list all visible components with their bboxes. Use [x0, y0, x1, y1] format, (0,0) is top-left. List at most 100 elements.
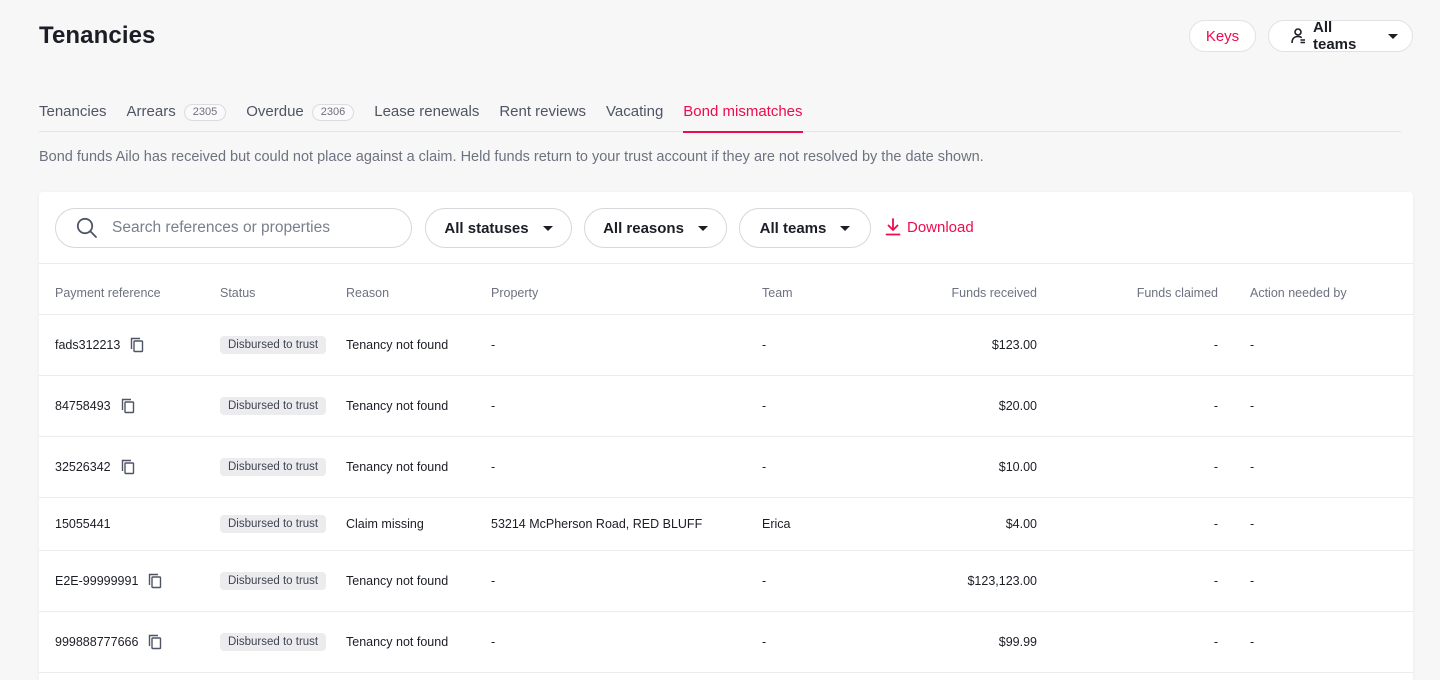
- property-cell: -: [491, 436, 762, 498]
- copy-icon[interactable]: [121, 398, 135, 414]
- status-badge: Disbursed to trust: [220, 632, 327, 651]
- tab-tenancies[interactable]: Tenancies: [39, 100, 107, 132]
- tab-lease-renewals[interactable]: Lease renewals: [374, 100, 479, 132]
- column-header-reason[interactable]: Reason: [346, 264, 491, 315]
- payment-reference-cell: E2E-99999991: [39, 550, 220, 612]
- payment-reference-cell: 999888777666: [39, 611, 220, 673]
- reason-filter-label: All reasons: [603, 219, 684, 237]
- payment-reference: fads312213: [55, 337, 121, 352]
- funds-claimed-cell: -: [1037, 550, 1218, 612]
- action-needed-by-cell: -: [1218, 314, 1413, 376]
- download-label: Download: [907, 218, 974, 236]
- team-user-icon: [1289, 27, 1307, 45]
- status-cell: Disbursed to trust: [220, 550, 346, 612]
- copy-icon[interactable]: [148, 573, 162, 589]
- funds-received-cell: $10.00: [903, 436, 1037, 498]
- search-icon: [76, 217, 98, 239]
- tab-label: Tenancies: [39, 103, 107, 120]
- page: Tenancies Keys All teams Tenancies Arrea…: [0, 0, 1440, 680]
- tab-rent-reviews[interactable]: Rent reviews: [499, 100, 586, 132]
- status-badge: Disbursed to trust: [220, 457, 327, 476]
- funds-claimed-cell: -: [1037, 314, 1218, 376]
- funds-claimed-cell: -: [1037, 611, 1218, 673]
- caret-down-icon: [1388, 33, 1398, 39]
- column-header-team[interactable]: Team: [762, 264, 903, 315]
- funds-received-cell: $4.00: [903, 497, 1037, 551]
- tab-arrears[interactable]: Arrears 2305: [127, 100, 227, 132]
- property-cell: -: [491, 314, 762, 376]
- action-needed-by-cell: -: [1218, 550, 1413, 612]
- page-description: Bond funds Ailo has received but could n…: [39, 149, 984, 165]
- header-actions: Keys All teams: [1189, 19, 1413, 53]
- team-filter-label: All teams: [759, 219, 827, 237]
- tab-label: Vacating: [606, 103, 664, 120]
- property-cell: -: [491, 611, 762, 673]
- funds-received-cell: $20.00: [903, 375, 1037, 437]
- tab-label: Arrears: [126, 103, 176, 120]
- reason-cell: Tenancy not found: [346, 436, 491, 498]
- payment-reference: E2E-99999991: [55, 573, 139, 588]
- team-cell: -: [762, 550, 903, 612]
- status-badge: Disbursed to trust: [220, 514, 327, 533]
- payment-reference-cell: 84758493: [39, 375, 220, 437]
- reason-cell: Claim missing: [346, 497, 491, 551]
- table-header-row: Payment reference Status Reason Property…: [39, 264, 1413, 315]
- table-row[interactable]: 32526342 Disbursed to trust Tenancy not …: [39, 436, 1413, 498]
- column-header-action-needed-by[interactable]: Action needed by: [1218, 264, 1413, 315]
- funds-received-cell: $99.99: [903, 611, 1037, 673]
- status-cell: Disbursed to trust: [220, 611, 346, 673]
- team-filter-dropdown[interactable]: All teams: [739, 208, 871, 248]
- page-title: Tenancies: [39, 22, 156, 49]
- tab-label: Lease renewals: [374, 103, 480, 120]
- keys-button[interactable]: Keys: [1189, 20, 1256, 52]
- funds-claimed-cell: -: [1037, 436, 1218, 498]
- copy-icon[interactable]: [130, 337, 144, 353]
- status-cell: Disbursed to trust: [220, 314, 346, 376]
- status-badge: Disbursed to trust: [220, 396, 327, 415]
- team-selector-button[interactable]: All teams: [1268, 19, 1413, 53]
- team-cell: -: [762, 436, 903, 498]
- table-row[interactable]: 15055441 Disbursed to trust Claim missin…: [39, 497, 1413, 551]
- status-badge: Disbursed to trust: [220, 335, 327, 354]
- action-needed-by-cell: -: [1218, 375, 1413, 437]
- copy-icon[interactable]: [148, 634, 162, 650]
- tab-vacating[interactable]: Vacating: [606, 100, 663, 132]
- column-header-funds-received[interactable]: Funds received: [903, 264, 1037, 315]
- caret-down-icon: [542, 225, 553, 231]
- property-cell: -: [491, 375, 762, 437]
- table-row[interactable]: 84758493 Disbursed to trust Tenancy not …: [39, 375, 1413, 437]
- search-input[interactable]: [112, 219, 392, 237]
- tab-overdue[interactable]: Overdue 2306: [246, 100, 355, 132]
- team-cell: -: [762, 611, 903, 673]
- reason-cell: Tenancy not found: [346, 375, 491, 437]
- funds-claimed-cell: -: [1037, 375, 1218, 437]
- table-row[interactable]: 999888777666 Disbursed to trust Tenancy …: [39, 611, 1413, 673]
- action-needed-by-cell: -: [1218, 611, 1413, 673]
- reason-filter-dropdown[interactable]: All reasons: [584, 208, 727, 248]
- table-row[interactable]: E2E-99999991 Disbursed to trust Tenancy …: [39, 550, 1413, 612]
- tab-label: Overdue: [246, 103, 304, 120]
- payment-reference-cell: 15055441: [39, 497, 220, 551]
- team-cell: -: [762, 375, 903, 437]
- tab-bond-mismatches[interactable]: Bond mismatches: [683, 100, 803, 133]
- caret-down-icon: [840, 225, 851, 231]
- column-header-payment-reference[interactable]: Payment reference: [39, 264, 220, 315]
- column-header-status[interactable]: Status: [220, 264, 346, 315]
- status-badge: Disbursed to trust: [220, 571, 327, 590]
- overdue-count-badge: 2306: [311, 104, 355, 121]
- search-box[interactable]: [55, 208, 412, 248]
- funds-received-cell: $123,123.00: [903, 550, 1037, 612]
- team-cell: Erica: [762, 497, 903, 551]
- bond-mismatches-card: All statuses All reasons All teams Downl: [39, 192, 1413, 680]
- status-cell: Disbursed to trust: [220, 497, 346, 551]
- column-header-property[interactable]: Property: [491, 264, 762, 315]
- funds-claimed-cell: -: [1037, 497, 1218, 551]
- copy-icon[interactable]: [121, 459, 135, 475]
- download-button[interactable]: Download: [885, 218, 974, 236]
- column-header-funds-claimed[interactable]: Funds claimed: [1037, 264, 1218, 315]
- table-toolbar: All statuses All reasons All teams Downl: [39, 192, 1413, 264]
- payment-reference: 84758493: [55, 398, 111, 413]
- status-filter-dropdown[interactable]: All statuses: [425, 208, 572, 248]
- team-cell: -: [762, 314, 903, 376]
- table-row[interactable]: fads312213 Disbursed to trust Tenancy no…: [39, 314, 1413, 376]
